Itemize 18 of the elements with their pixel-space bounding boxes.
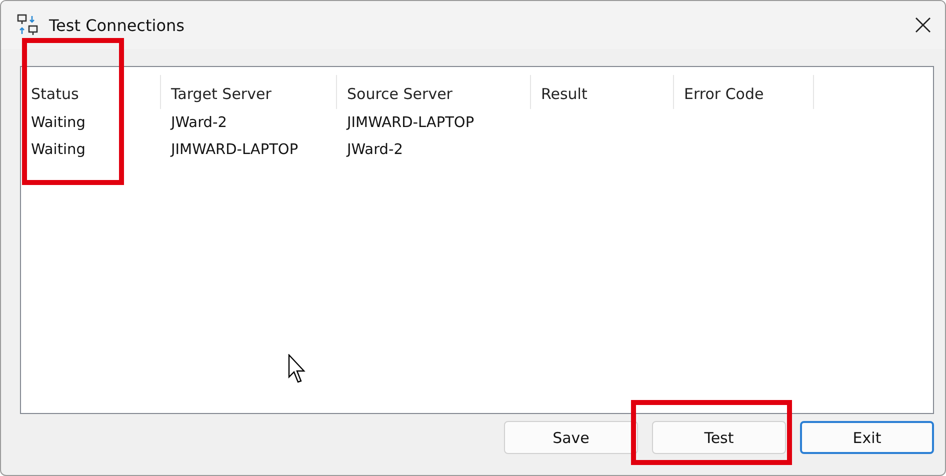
- table-cell: JWard-2: [347, 142, 403, 158]
- column-header[interactable]: Status: [21, 75, 161, 109]
- window-title: Test Connections: [49, 16, 186, 34]
- column-header[interactable]: Source Server: [337, 75, 531, 109]
- column-header[interactable]: Result: [531, 75, 674, 109]
- table-cell: JWard-2: [171, 114, 227, 130]
- table-cell: JIMWARD-LAPTOP: [347, 114, 474, 130]
- table-cell: Waiting: [31, 142, 86, 158]
- dialog-button[interactable]: Save: [504, 421, 638, 454]
- mouse-pointer-icon: [288, 354, 308, 384]
- close-icon[interactable]: [915, 17, 931, 33]
- column-header[interactable]: Error Code: [674, 75, 814, 109]
- dialog-button[interactable]: Exit: [800, 421, 934, 454]
- dialog-button[interactable]: Test: [652, 421, 786, 454]
- table-cell: Waiting: [31, 114, 86, 130]
- table-cell: JIMWARD-LAPTOP: [171, 142, 298, 158]
- network-computers-icon: [17, 14, 39, 36]
- column-header[interactable]: Target Server: [161, 75, 337, 109]
